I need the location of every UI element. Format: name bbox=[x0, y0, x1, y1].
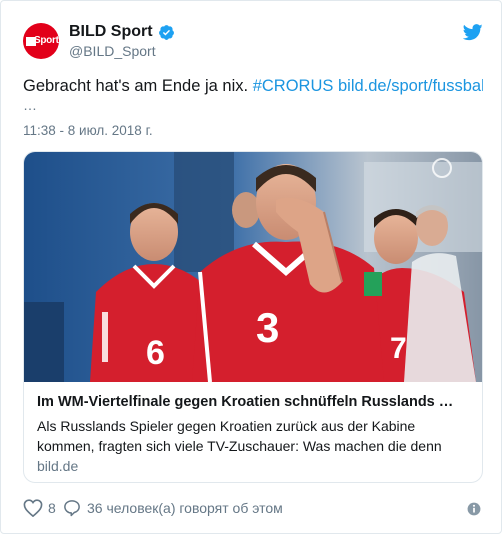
tweet-header: Sport BILD Sport @BILD_Sport bbox=[23, 21, 483, 65]
info-icon[interactable] bbox=[467, 502, 481, 516]
embedded-tweet: Sport BILD Sport @BILD_Sport Gebracht ha… bbox=[0, 0, 502, 534]
timestamp-link[interactable]: 11:38 - 8 июл. 2018 г. bbox=[23, 123, 153, 138]
tweet-footer: 8 36 человек(а) говорят об этом bbox=[23, 499, 483, 519]
conversation-link[interactable]: 36 человек(а) говорят об этом bbox=[63, 499, 283, 517]
conversation-text: 36 человек(а) говорят об этом bbox=[87, 500, 283, 516]
svg-text:7: 7 bbox=[390, 332, 407, 365]
speech-bubble-icon bbox=[64, 500, 80, 517]
avatar-text: Sport bbox=[34, 35, 59, 46]
card-image[interactable]: 6 7 3 bbox=[24, 152, 482, 382]
url-link[interactable]: bild.de/sport/fussball bbox=[338, 77, 483, 95]
card-domain: bild.de bbox=[37, 458, 79, 474]
like-button[interactable]: 8 bbox=[23, 499, 56, 517]
tweet-text-plain: Gebracht hat's am Ende ja nix. bbox=[23, 77, 249, 95]
twitter-bird-icon[interactable] bbox=[463, 24, 483, 41]
avatar[interactable]: Sport bbox=[23, 23, 59, 59]
card-description: Als Russlands Spieler gegen Kroatien zur… bbox=[37, 418, 442, 454]
tweet-text: Gebracht hat's am Ende ja nix. #CRORUS b… bbox=[23, 75, 483, 97]
heart-icon bbox=[23, 499, 43, 517]
svg-text:3: 3 bbox=[256, 304, 279, 351]
name-row: BILD Sport bbox=[69, 23, 175, 41]
svg-text:6: 6 bbox=[146, 334, 165, 372]
user-handle[interactable]: @BILD_Sport bbox=[69, 43, 156, 59]
hashtag-link[interactable]: #CRORUS bbox=[253, 77, 334, 95]
display-name[interactable]: BILD Sport bbox=[69, 23, 153, 41]
card-title[interactable]: Im WM-Viertelfinale gegen Kroatien schnü… bbox=[37, 394, 469, 410]
text-ellipsis: … bbox=[23, 97, 37, 113]
like-count: 8 bbox=[48, 500, 56, 516]
verified-badge-icon bbox=[158, 24, 174, 40]
link-card[interactable]: 6 7 3 Im WM-Viertelfinale gegen Kroatien… bbox=[23, 151, 483, 483]
